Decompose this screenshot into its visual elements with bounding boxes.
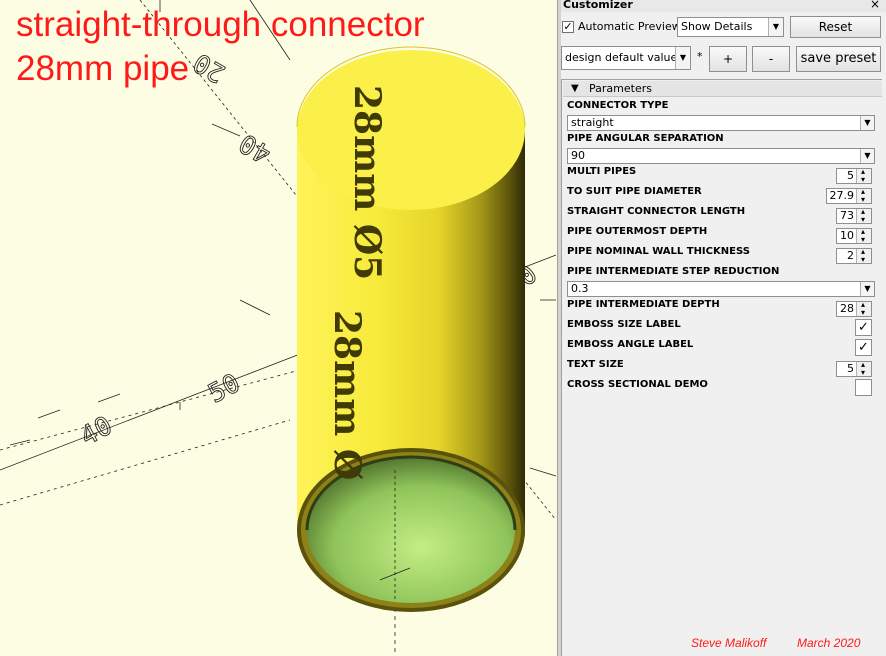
param-label-pipe-diameter: TO SUIT PIPE DIAMETER [567, 186, 702, 197]
emboss-angle-checkbox[interactable]: ✓ [855, 339, 872, 356]
spin-arrows-icon[interactable] [856, 205, 871, 227]
show-details-value: Show Details [681, 20, 753, 33]
param-label-connector-type: CONNECTOR TYPE [567, 100, 669, 111]
collapse-triangle-icon: ▼ [571, 83, 579, 94]
show-details-select[interactable]: Show Details ▼ [677, 17, 784, 37]
param-label-emboss-angle: EMBOSS ANGLE LABEL [567, 339, 694, 350]
intermediate-depth-spinbox[interactable]: 28 [836, 298, 872, 320]
param-label-text-size: TEXT SIZE [567, 359, 624, 370]
param-label-intermediate-depth: PIPE INTERMEDIATE DEPTH [567, 299, 720, 310]
axis-label-4: 50 [204, 368, 246, 409]
cross-section-checkbox[interactable] [855, 379, 872, 396]
wall-thickness-value: 2 [847, 249, 854, 262]
connector-type-value: straight [571, 116, 614, 129]
preset-modified-marker: * [697, 50, 703, 63]
add-preset-button[interactable]: + [709, 46, 747, 72]
text-size-value: 5 [847, 362, 854, 375]
remove-preset-button[interactable]: - [752, 46, 790, 72]
chevron-down-icon: ▼ [860, 149, 874, 163]
overlay-title-line1: straight-through connector [16, 5, 425, 44]
emboss-size-checkbox[interactable]: ✓ [855, 319, 872, 336]
text-size-spinbox[interactable]: 5 [836, 358, 872, 380]
parameters-header[interactable]: ▼ Parameters [563, 81, 882, 97]
reset-button[interactable]: Reset [790, 16, 881, 38]
multi-pipes-value: 5 [847, 169, 854, 182]
customizer-header: Customizer × [561, 0, 886, 12]
viewport-canvas: 20 40 50 40 50 28mm Ø5 28mm Ø [0, 0, 557, 656]
step-reduction-select[interactable]: 0.3 ▼ [567, 281, 875, 297]
spin-arrows-icon[interactable] [856, 358, 871, 380]
credit-author: Steve Malikoff [691, 636, 767, 650]
close-icon[interactable]: × [870, 0, 880, 11]
param-label-wall-thickness: PIPE NOMINAL WALL THICKNESS [567, 246, 750, 257]
overlay-title-line2: 28mm pipe [16, 49, 190, 88]
param-label-connector-length: STRAIGHT CONNECTOR LENGTH [567, 206, 746, 217]
param-label-emboss-size: EMBOSS SIZE LABEL [567, 319, 681, 330]
param-label-outermost-depth: PIPE OUTERMOST DEPTH [567, 226, 708, 237]
customizer-panel: Customizer × ✓ Automatic Preview Show De… [561, 0, 886, 656]
save-preset-button[interactable]: save preset [796, 46, 881, 72]
param-label-multi-pipes: MULTI PIPES [567, 166, 637, 177]
angular-separation-value: 90 [571, 149, 585, 162]
axis-label-0: 20 [189, 47, 231, 89]
chevron-down-icon: ▼ [860, 282, 874, 296]
pipe-diameter-spinbox[interactable]: 27.9 [826, 185, 872, 207]
wall-thickness-spinbox[interactable]: 2 [836, 245, 872, 267]
spin-arrows-icon[interactable] [856, 225, 871, 247]
outermost-depth-spinbox[interactable]: 10 [836, 225, 872, 247]
preset-select[interactable]: design default values ▼ [561, 46, 691, 70]
pipe-diameter-value: 27.9 [829, 189, 855, 202]
axis-label-1: 40 [234, 127, 276, 169]
spin-arrows-icon[interactable] [856, 165, 871, 187]
param-label-step-reduction: PIPE INTERMEDIATE STEP REDUCTION [567, 266, 780, 277]
chevron-down-icon: ▼ [768, 18, 783, 36]
intermediate-depth-value: 28 [840, 302, 854, 315]
step-reduction-value: 0.3 [571, 282, 589, 295]
customizer-title: Customizer [563, 0, 633, 11]
connector-length-value: 73 [840, 209, 854, 222]
auto-preview-label: Automatic Preview [578, 20, 681, 33]
multi-pipes-spinbox[interactable]: 5 [836, 165, 872, 187]
3d-viewport[interactable]: 20 40 50 40 50 28mm Ø5 28mm Ø straight-t… [0, 0, 557, 656]
spin-arrows-icon[interactable] [856, 298, 871, 320]
chevron-down-icon: ▼ [860, 116, 874, 130]
param-label-cross-section: CROSS SECTIONAL DEMO [567, 379, 708, 390]
emboss-angle-text: 28mm Ø5 [346, 85, 388, 280]
parameters-label: Parameters [589, 82, 652, 95]
spin-arrows-icon[interactable] [856, 245, 871, 267]
connector-length-spinbox[interactable]: 73 [836, 205, 872, 227]
auto-preview-checkbox[interactable]: ✓ [562, 21, 574, 33]
spin-arrows-icon[interactable] [856, 185, 871, 207]
preset-value: design default values [565, 51, 683, 64]
parameters-group: ▼ Parameters CONNECTOR TYPE straight ▼ P… [561, 79, 882, 656]
emboss-size-text: 28mm Ø [326, 310, 368, 480]
param-label-angular-separation: PIPE ANGULAR SEPARATION [567, 133, 724, 144]
credit-date: March 2020 [797, 636, 861, 650]
chevron-down-icon: ▼ [675, 47, 690, 69]
outermost-depth-value: 10 [840, 229, 854, 242]
connector-type-select[interactable]: straight ▼ [567, 115, 875, 131]
angular-separation-select[interactable]: 90 ▼ [567, 148, 875, 164]
axis-label-3: 40 [76, 411, 118, 452]
